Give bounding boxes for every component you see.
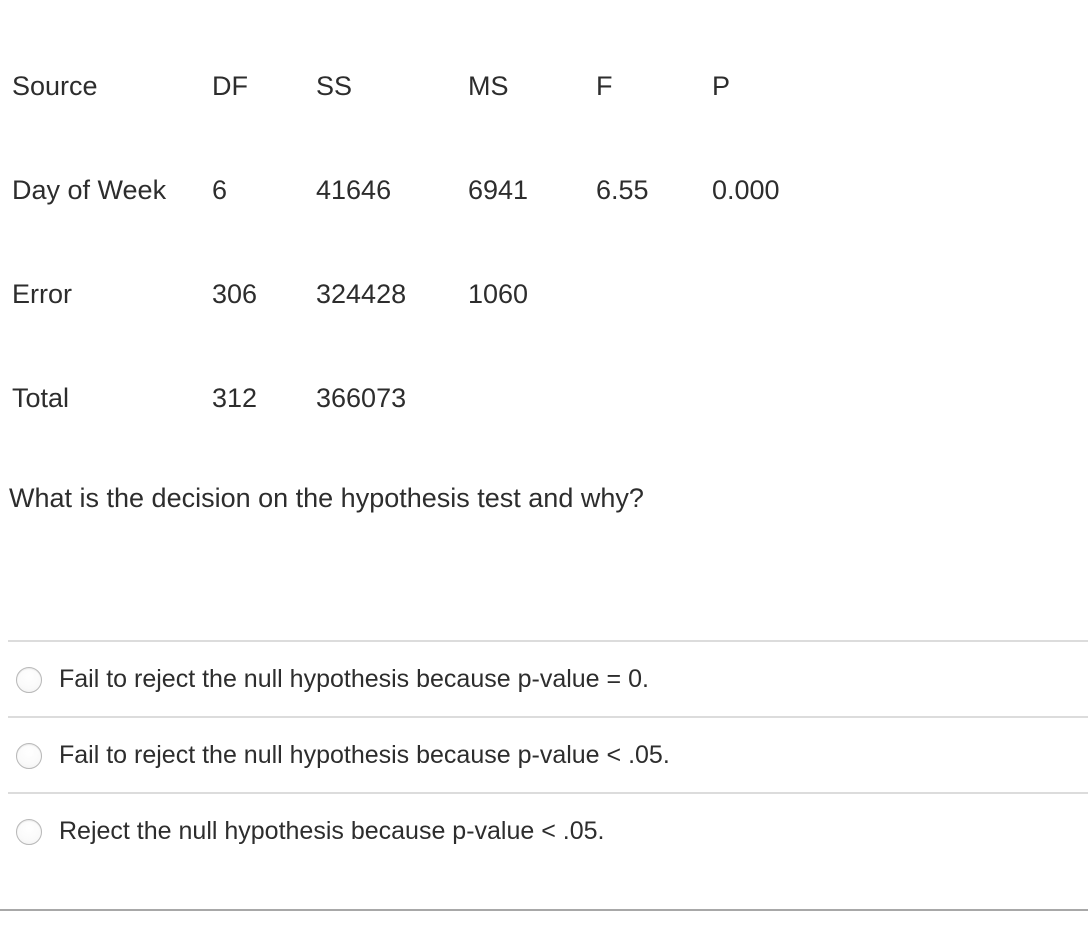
cell-f: 6.55 [596,175,649,205]
radio-button[interactable] [16,667,42,693]
cell-source: Error [12,279,72,309]
cell-df: 6 [212,175,228,205]
answer-option[interactable]: Reject the null hypothesis because p-val… [8,794,1088,868]
answer-option[interactable]: Fail to reject the null hypothesis becau… [8,718,1088,792]
cell-df: 312 [212,383,258,413]
header-p: P [712,71,731,101]
cell-ms: 1060 [468,279,529,309]
cell-ss: 366073 [316,383,407,413]
cell-p: 0.000 [712,175,780,205]
cell-ms: 6941 [468,175,529,205]
cell-ss: 324428 [316,279,407,309]
header-df: DF [212,71,248,101]
cell-source: Day of Week [12,175,167,205]
bottom-divider [0,909,1088,911]
cell-ss: 41646 [316,175,392,205]
table-row: Total 312 366073 [0,378,1088,418]
radio-button[interactable] [16,819,42,845]
cell-source: Total [12,383,70,413]
answer-option[interactable]: Fail to reject the null hypothesis becau… [8,642,1088,716]
cell-df: 306 [212,279,258,309]
table-header-row: Source DF SS MS F P [0,66,1088,106]
header-ss: SS [316,71,353,101]
answer-option-label[interactable]: Fail to reject the null hypothesis becau… [59,735,670,775]
question-text: What is the decision on the hypothesis t… [9,483,644,513]
header-ms: MS [468,71,509,101]
radio-button[interactable] [16,743,42,769]
table-row: Day of Week 6 41646 6941 6.55 0.000 [0,170,1088,210]
answer-option-label[interactable]: Fail to reject the null hypothesis becau… [59,659,649,699]
previous-text-cutoff [0,0,1088,6]
header-source: Source [12,71,98,101]
answer-option-label[interactable]: Reject the null hypothesis because p-val… [59,811,604,851]
table-row: Error 306 324428 1060 [0,274,1088,314]
header-f: F [596,71,613,101]
